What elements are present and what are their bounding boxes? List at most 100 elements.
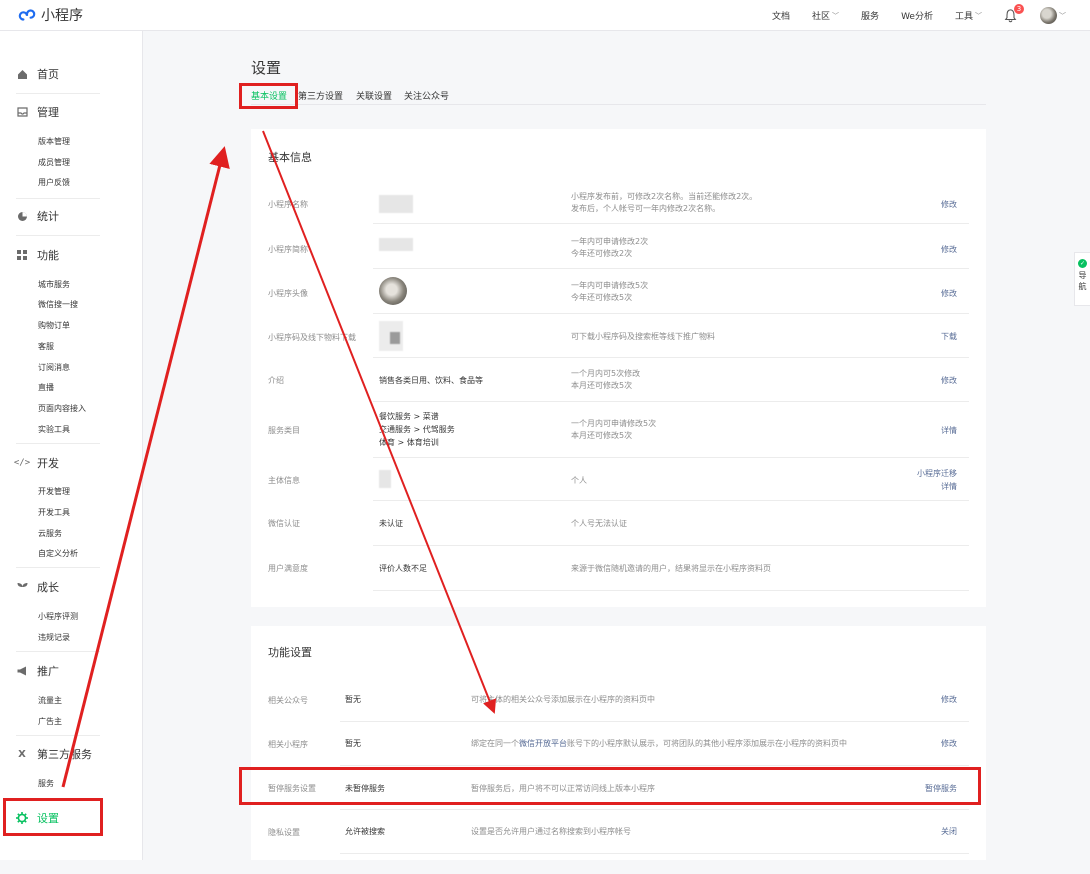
logo[interactable]: 小程序 bbox=[18, 5, 83, 25]
row-desc-line: 小程序发布前，可修改2次名称。当前还能修改2次。 bbox=[571, 192, 758, 201]
sidebar-item-live[interactable]: 直播 bbox=[38, 382, 54, 393]
side-nav-float[interactable]: ✓ 导航 bbox=[1074, 252, 1090, 306]
sidebar-section-promo[interactable]: 推广 bbox=[16, 662, 59, 680]
desc-text: 账号下的小程序默认展示，可将团队的其他小程序添加展示在小程序的资料页中 bbox=[567, 739, 847, 748]
sidebar-item-home[interactable]: 首页 bbox=[16, 65, 59, 83]
sidebar-item-label: 设置 bbox=[37, 812, 59, 825]
row-desc-line: 一年内可申请修改2次 bbox=[571, 237, 649, 246]
chevron-down-icon: ﹀ bbox=[832, 11, 840, 20]
details-link[interactable]: 详情 bbox=[917, 480, 957, 493]
migrate-link[interactable]: 小程序迁移 bbox=[917, 467, 957, 480]
sidebar-item-service[interactable]: 服务 bbox=[38, 778, 54, 789]
tab-follow-official[interactable]: 关注公众号 bbox=[404, 89, 449, 102]
sidebar-section-dev[interactable]: </> 开发 bbox=[14, 454, 59, 472]
row-desc-line: 一个月内可申请修改5次 bbox=[571, 419, 657, 428]
row-label: 小程序码及线下物料下载 bbox=[268, 333, 356, 342]
close-link[interactable]: 关闭 bbox=[941, 825, 957, 838]
divider bbox=[340, 853, 969, 854]
tab-third-party-settings[interactable]: 第三方设置 bbox=[298, 89, 343, 102]
nav-community[interactable]: 社区 ﹀ bbox=[812, 9, 840, 23]
sidebar-item-settings[interactable]: 设置 bbox=[3, 798, 103, 836]
edit-link[interactable]: 修改 bbox=[941, 287, 957, 300]
row-desc-line: 发布后，个人帐号可一年内修改2次名称。 bbox=[571, 204, 721, 213]
row-label: 相关公众号 bbox=[268, 696, 308, 705]
open-platform-link[interactable]: 微信开放平台 bbox=[519, 739, 567, 748]
gear-icon bbox=[16, 812, 28, 824]
edit-link[interactable]: 修改 bbox=[941, 243, 957, 256]
sidebar-item-dev-tools[interactable]: 开发工具 bbox=[38, 507, 70, 518]
nav-tools[interactable]: 工具 ﹀ bbox=[954, 9, 982, 23]
row-desc: 来源于微信随机邀请的用户，结果将显示在小程序资料页 bbox=[571, 564, 771, 573]
edit-link[interactable]: 修改 bbox=[941, 737, 957, 750]
row-label: 用户满意度 bbox=[268, 564, 308, 573]
download-link[interactable]: 下载 bbox=[941, 330, 957, 343]
sidebar-item-lab-tools[interactable]: 实验工具 bbox=[38, 424, 70, 435]
miniprogram-avatar bbox=[379, 277, 407, 305]
nav-docs[interactable]: 文档 bbox=[772, 9, 790, 22]
sidebar-item-subscribe-msg[interactable]: 订阅消息 bbox=[38, 362, 70, 373]
sidebar-item-stats[interactable]: 统计 bbox=[16, 207, 59, 225]
row-label: 微信认证 bbox=[268, 519, 300, 528]
edit-link[interactable]: 修改 bbox=[941, 374, 957, 387]
avatar bbox=[1040, 7, 1057, 24]
sidebar-item-orders[interactable]: 购物订单 bbox=[38, 320, 70, 331]
home-icon bbox=[16, 68, 28, 80]
entity-actions: 小程序迁移 详情 bbox=[917, 467, 957, 493]
row-label: 主体信息 bbox=[268, 476, 300, 485]
nav-services[interactable]: 服务 bbox=[861, 9, 879, 22]
row-desc: 可将主体的相关公众号添加展示在小程序的资料页中 bbox=[471, 695, 655, 704]
sidebar-section-label: 开发 bbox=[37, 457, 59, 470]
row-label: 小程序简称 bbox=[268, 245, 308, 254]
sidebar-item-traffic-owner[interactable]: 流量主 bbox=[38, 695, 62, 706]
annotation-box-suspend-row bbox=[239, 767, 981, 805]
divider bbox=[16, 735, 100, 736]
sidebar-item-cloud[interactable]: 云服务 bbox=[38, 528, 62, 539]
top-nav: 文档 社区 ﹀ 服务 We分析 工具 ﹀ 3 ﹀ bbox=[750, 0, 1066, 31]
sidebar-section-features[interactable]: 功能 bbox=[16, 246, 59, 264]
tab-association-settings[interactable]: 关联设置 bbox=[356, 89, 392, 102]
sidebar-section-growth[interactable]: 成长 bbox=[16, 578, 59, 596]
edit-link[interactable]: 修改 bbox=[941, 198, 957, 211]
blurred-value bbox=[379, 470, 391, 488]
user-menu[interactable]: ﹀ bbox=[1040, 7, 1066, 24]
row-desc: 绑定在同一个微信开放平台账号下的小程序默认展示，可将团队的其他小程序添加展示在小… bbox=[471, 738, 847, 750]
sidebar-item-evaluation[interactable]: 小程序评测 bbox=[38, 611, 78, 622]
sidebar-section-third-party[interactable]: X 第三方服务 bbox=[16, 745, 92, 763]
sidebar-item-dev-manage[interactable]: 开发管理 bbox=[38, 486, 70, 497]
sidebar-item-city-service[interactable]: 城市服务 bbox=[38, 279, 70, 290]
qrcode-thumbnail-inner bbox=[390, 332, 400, 344]
sidebar-section-manage[interactable]: 管理 bbox=[16, 103, 59, 121]
info-row-satisfaction: 用户满意度 评价人数不足 来源于微信随机邀请的用户，结果将显示在小程序资料页 bbox=[251, 546, 986, 591]
pie-chart-icon bbox=[16, 210, 28, 222]
row-label: 相关小程序 bbox=[268, 740, 308, 749]
row-label: 小程序头像 bbox=[268, 289, 308, 298]
sidebar-item-members[interactable]: 成员管理 bbox=[38, 157, 70, 168]
sidebar-item-feedback[interactable]: 用户反馈 bbox=[38, 177, 70, 188]
nav-we-analytics[interactable]: We分析 bbox=[901, 9, 933, 22]
row-value: 允许被搜索 bbox=[345, 827, 385, 836]
details-link[interactable]: 详情 bbox=[941, 424, 957, 437]
sidebar-item-customer-service[interactable]: 客服 bbox=[38, 341, 54, 352]
sidebar-item-page-content[interactable]: 页面内容接入 bbox=[38, 403, 86, 414]
top-bar: 小程序 文档 社区 ﹀ 服务 We分析 工具 ﹀ 3 ﹀ bbox=[0, 0, 1090, 31]
sidebar-item-wechat-search[interactable]: 微信搜一搜 bbox=[38, 299, 78, 310]
basic-info-card: 基本信息 小程序名称 小程序发布前，可修改2次名称。当前还能修改2次。 发布后，个… bbox=[251, 129, 986, 607]
nav-community-label: 社区 bbox=[812, 12, 831, 22]
row-desc: 一个月内可5次修改 本月还可修改5次 bbox=[571, 368, 640, 392]
sidebar-item-custom-analysis[interactable]: 自定义分析 bbox=[38, 548, 78, 559]
feature-row-official-account: 相关公众号 暂无 可将主体的相关公众号添加展示在小程序的资料页中 修改 bbox=[251, 678, 986, 722]
sidebar-section-label: 成长 bbox=[37, 581, 59, 594]
sidebar-item-version[interactable]: 版本管理 bbox=[38, 136, 70, 147]
sidebar-item-violations[interactable]: 违规记录 bbox=[38, 632, 70, 643]
divider bbox=[16, 443, 100, 444]
notification-bell[interactable]: 3 bbox=[1004, 3, 1024, 24]
nav-tools-label: 工具 bbox=[954, 12, 973, 22]
sidebar-section-label: 管理 bbox=[37, 106, 59, 119]
edit-link[interactable]: 修改 bbox=[941, 693, 957, 706]
sidebar-section-label: 第三方服务 bbox=[37, 748, 92, 761]
category-item: 餐饮服务 > 菜谱 bbox=[379, 412, 439, 421]
info-row-name: 小程序名称 小程序发布前，可修改2次名称。当前还能修改2次。 发布后，个人帐号可一… bbox=[251, 179, 986, 224]
divider bbox=[16, 235, 100, 236]
third-party-icon: X bbox=[18, 748, 26, 760]
sidebar-item-advertiser[interactable]: 广告主 bbox=[38, 716, 62, 727]
